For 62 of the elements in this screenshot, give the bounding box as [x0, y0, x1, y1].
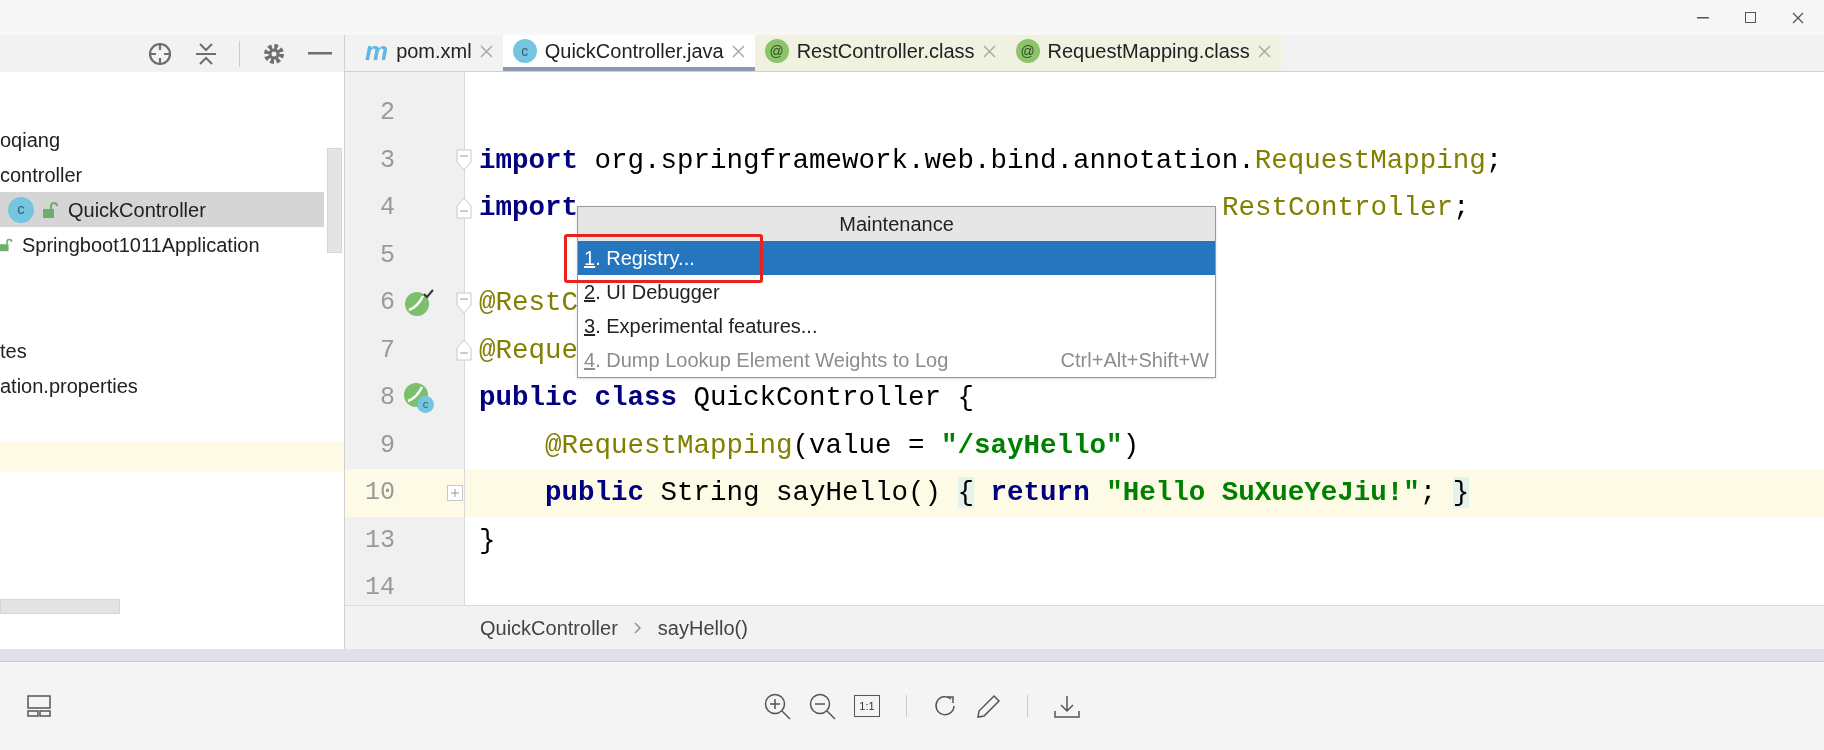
class-icon: c — [8, 196, 34, 223]
tab-label: pom.xml — [396, 39, 472, 64]
line-number: 14 — [364, 572, 395, 604]
download-icon[interactable] — [1054, 693, 1080, 719]
code-line: public String sayHello() { return "Hello SuXueYeJiu!"; } — [544, 476, 1470, 511]
editor-tab[interactable]: @ RestController.class — [754, 35, 1006, 71]
line-number: 10 — [364, 477, 395, 509]
line-number: 2 — [379, 97, 395, 129]
editor-tab[interactable]: c QuickController.java — [502, 35, 755, 71]
tree-item[interactable]: tes — [0, 335, 27, 366]
class-icon: c — [512, 39, 537, 63]
editor-tab[interactable]: @ RequestMapping.class — [1005, 35, 1281, 71]
line-number: 4 — [379, 192, 395, 224]
line-number: 6 — [379, 287, 395, 319]
zoom-out-icon[interactable] — [809, 692, 836, 720]
annotation-icon: @ — [764, 39, 789, 63]
popup-title: Maintenance — [839, 212, 954, 237]
line-number: 9 — [379, 429, 395, 462]
chevron-icon — [633, 621, 642, 634]
code-line: RestController; — [1222, 191, 1470, 226]
tree-item[interactable]: ation.properties — [0, 370, 138, 401]
breadcrumb-item[interactable]: sayHello() — [657, 612, 748, 643]
scrollbar-thumb[interactable] — [327, 148, 342, 253]
tab-label: RestController.class — [796, 39, 975, 64]
code-line: } — [479, 523, 496, 558]
target-icon[interactable] — [147, 40, 173, 67]
line-number: 13 — [364, 524, 395, 557]
menu-item[interactable]: 2. UI Debugger — [578, 275, 1215, 309]
zoom-in-icon[interactable] — [764, 692, 791, 720]
tree-item[interactable]: QuickController — [68, 194, 206, 225]
line-number: 7 — [379, 334, 395, 367]
tree-item[interactable]: oqiang — [0, 124, 61, 155]
tab-label: QuickController.java — [544, 39, 724, 64]
menu-item[interactable]: 3. Experimental features... — [578, 309, 1215, 343]
line-number: 3 — [379, 144, 395, 177]
line-number: 5 — [379, 239, 395, 272]
code-line: @Reque — [479, 333, 579, 368]
maximize-icon[interactable] — [1745, 12, 1756, 23]
scrollbar-thumb[interactable] — [0, 599, 120, 614]
pencil-icon[interactable] — [976, 693, 1001, 719]
line-number: 8 — [379, 382, 395, 414]
menu-item[interactable]: 1. Registry... — [578, 241, 1215, 275]
code-line: @RequestMapping(value = "/sayHello") — [544, 428, 1140, 463]
code-line: import — [479, 191, 579, 226]
maven-icon: m — [365, 38, 389, 64]
collapse-icon[interactable] — [195, 41, 217, 66]
annotation-icon: @ — [1015, 39, 1040, 63]
settings-icon[interactable] — [262, 41, 286, 66]
code-line: @RestC — [479, 286, 579, 321]
code-line: import org.springframework.web.bind.annotation.RequestMapping; — [479, 143, 1503, 178]
code-line: public class QuickController { — [479, 381, 975, 416]
tree-item[interactable]: controller — [0, 159, 83, 190]
breadcrumb-item[interactable]: QuickController — [480, 612, 618, 643]
tab-label: RequestMapping.class — [1047, 39, 1250, 64]
minimize-icon[interactable] — [1697, 16, 1709, 19]
layout-icon[interactable] — [27, 695, 51, 717]
actual-size-button[interactable]: 1:1 — [854, 695, 880, 717]
editor-tab[interactable]: m pom.xml — [355, 35, 503, 71]
tree-item[interactable]: Springboot1011Application — [22, 229, 260, 260]
close-icon[interactable] — [1792, 11, 1804, 24]
lock-icon — [42, 200, 60, 219]
bean-check-icon[interactable] — [403, 287, 435, 318]
